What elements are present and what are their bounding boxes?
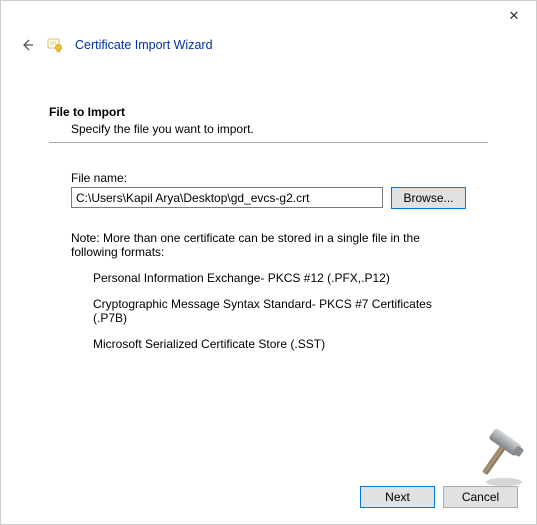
wizard-title: Certificate Import Wizard (75, 38, 213, 52)
format-item: Microsoft Serialized Certificate Store (… (93, 337, 466, 351)
section-description: Specify the file you want to import. (49, 122, 488, 136)
format-item: Personal Information Exchange- PKCS #12 … (93, 271, 466, 285)
wizard-header: Certificate Import Wizard (1, 31, 536, 67)
next-button[interactable]: Next (360, 486, 435, 508)
hammer-watermark-icon (466, 424, 530, 488)
divider (49, 142, 488, 143)
close-icon: ✕ (509, 8, 520, 24)
titlebar: ✕ (1, 1, 536, 31)
certificate-icon (47, 37, 63, 53)
content-area: File to Import Specify the file you want… (1, 67, 536, 351)
cancel-button[interactable]: Cancel (443, 486, 518, 508)
close-button[interactable]: ✕ (492, 1, 536, 31)
section-title: File to Import (49, 105, 488, 119)
file-name-label: File name: (71, 171, 466, 185)
back-arrow-icon[interactable] (19, 37, 35, 53)
browse-button[interactable]: Browse... (391, 187, 466, 209)
footer-buttons: Next Cancel (360, 486, 518, 508)
note-text: Note: More than one certificate can be s… (71, 231, 466, 259)
format-item: Cryptographic Message Syntax Standard- P… (93, 297, 466, 325)
file-name-input[interactable] (71, 187, 383, 208)
format-list: Personal Information Exchange- PKCS #12 … (71, 271, 466, 351)
